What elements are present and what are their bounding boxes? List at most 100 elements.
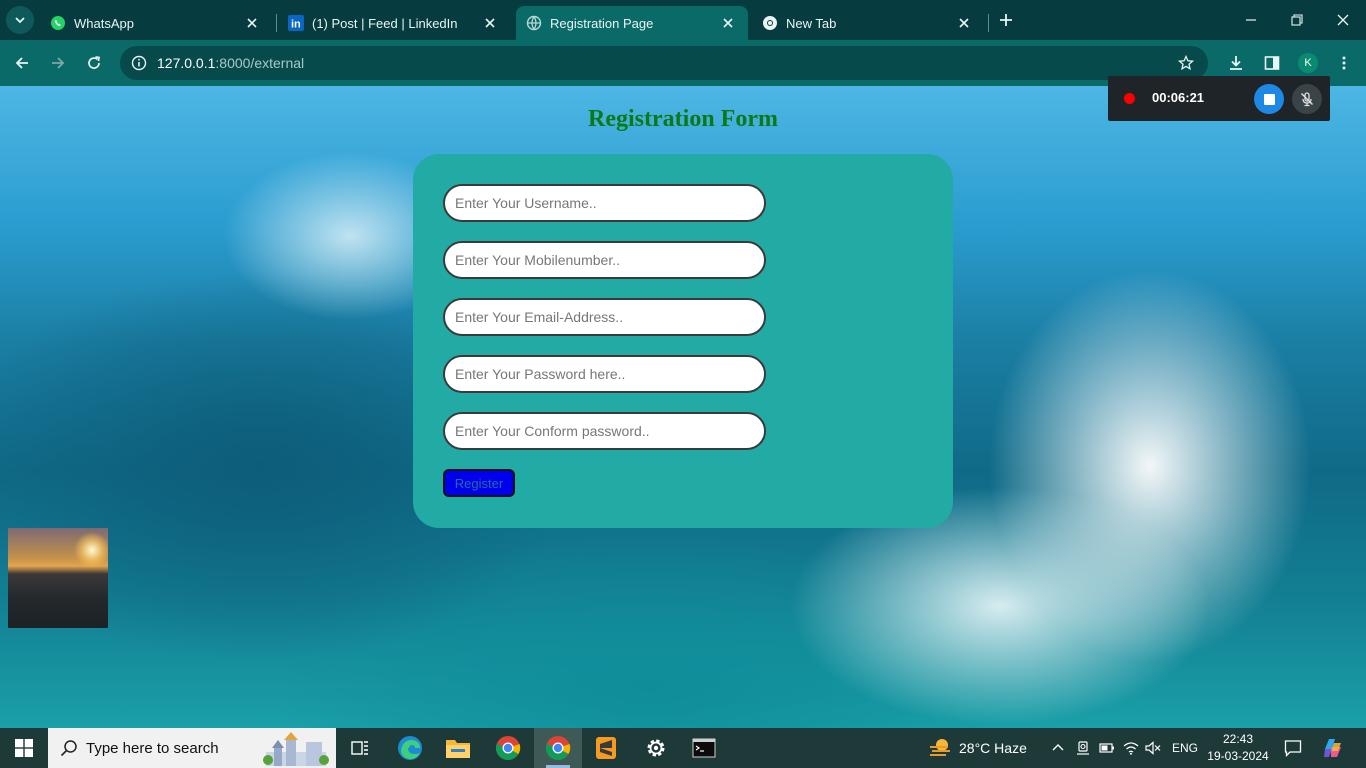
tab-linkedin[interactable]: in (1) Post | Feed | LinkedIn xyxy=(278,6,510,40)
plus-icon xyxy=(1000,14,1012,26)
chrome-icon xyxy=(495,736,521,761)
arrow-right-icon xyxy=(52,57,65,69)
task-view-icon xyxy=(351,741,368,755)
page-loading-icon xyxy=(526,15,542,31)
weather-text: 28°C Haze xyxy=(959,740,1027,756)
tab-separator xyxy=(988,14,989,32)
chevron-down-icon xyxy=(15,17,25,24)
taskbar-clock[interactable]: 22:43 19-03-2024 xyxy=(1206,731,1270,765)
sunset-thumbnail-image xyxy=(8,528,108,628)
copilot-icon xyxy=(1324,739,1341,757)
address-bar[interactable]: 127.0.0.1:8000/external xyxy=(120,46,1208,80)
search-icon xyxy=(60,739,78,757)
terminal-icon xyxy=(692,738,716,758)
windows-logo-icon xyxy=(15,739,33,757)
tab-search-button[interactable] xyxy=(6,6,34,34)
search-placeholder: Type here to search xyxy=(86,739,219,757)
gear-icon xyxy=(647,739,665,757)
show-hidden-icons-button[interactable] xyxy=(1048,728,1068,768)
profile-avatar[interactable]: K xyxy=(1298,53,1318,73)
restore-icon xyxy=(1291,14,1303,26)
reload-button[interactable] xyxy=(80,49,108,77)
email-field[interactable] xyxy=(443,298,766,336)
close-tab-icon[interactable] xyxy=(718,13,738,33)
network-tray-icon[interactable] xyxy=(1120,728,1142,768)
minimize-icon xyxy=(1246,19,1256,21)
screen-recorder-widget: 00:06:21 xyxy=(1108,76,1330,121)
tab-registration-page[interactable]: Registration Page xyxy=(516,6,748,40)
camera-tray-icon[interactable] xyxy=(1072,728,1094,768)
clock-time: 22:43 xyxy=(1222,732,1254,746)
linkedin-icon: in xyxy=(288,15,304,31)
page-viewport: Registration Form Register xyxy=(0,86,1366,728)
registration-form: Register xyxy=(413,154,953,528)
copilot-button[interactable] xyxy=(1318,728,1348,768)
arrow-left-icon xyxy=(15,57,28,69)
site-info-icon[interactable] xyxy=(130,54,148,72)
task-view-button[interactable] xyxy=(336,728,384,768)
chevron-up-icon xyxy=(1052,744,1064,751)
tab-title: New Tab xyxy=(786,15,837,31)
tab-title: Registration Page xyxy=(550,15,654,31)
new-tab-button[interactable] xyxy=(994,8,1018,32)
close-tab-icon[interactable] xyxy=(954,13,974,33)
taskbar-chrome[interactable] xyxy=(484,728,532,768)
sublime-text-icon xyxy=(596,737,616,759)
start-button[interactable] xyxy=(0,728,48,768)
close-tab-icon[interactable] xyxy=(242,13,262,33)
volume-tray-icon[interactable] xyxy=(1142,728,1164,768)
mute-microphone-button[interactable] xyxy=(1292,84,1322,114)
input-language-indicator[interactable]: ENG xyxy=(1172,741,1198,755)
recording-timer: 00:06:21 xyxy=(1152,90,1205,105)
svg-text:in: in xyxy=(291,19,301,31)
reload-icon xyxy=(88,56,100,69)
taskbar-file-explorer[interactable] xyxy=(434,728,482,768)
confirm-password-field[interactable] xyxy=(443,412,766,450)
taskbar-terminal[interactable] xyxy=(680,728,728,768)
stop-icon xyxy=(1263,93,1275,105)
forward-button[interactable] xyxy=(44,49,72,77)
minimize-button[interactable] xyxy=(1228,0,1274,40)
mic-off-icon xyxy=(1301,92,1313,107)
battery-icon xyxy=(1099,743,1114,753)
browser-menu-button[interactable] xyxy=(1330,49,1358,77)
stop-recording-button[interactable] xyxy=(1254,84,1284,114)
chat-bubble-icon xyxy=(1284,740,1302,757)
more-vertical-icon xyxy=(1342,56,1346,70)
taskbar-search-box[interactable]: Type here to search xyxy=(48,728,336,768)
taskbar-edge[interactable] xyxy=(386,728,434,768)
mobile-number-field[interactable] xyxy=(443,241,766,279)
tab-title: (1) Post | Feed | LinkedIn xyxy=(312,15,458,31)
back-button[interactable] xyxy=(8,49,36,77)
folder-icon xyxy=(446,740,470,758)
camera-in-use-icon xyxy=(1077,741,1089,755)
haze-weather-icon xyxy=(930,739,950,756)
weather-widget[interactable]: 28°C Haze xyxy=(928,728,1027,768)
side-panel-button[interactable] xyxy=(1258,49,1286,77)
password-field[interactable] xyxy=(443,355,766,393)
volume-muted-icon xyxy=(1145,741,1161,755)
tab-new-tab[interactable]: New Tab xyxy=(752,6,984,40)
close-icon xyxy=(1337,14,1349,26)
taskbar-chrome-active[interactable] xyxy=(534,728,582,768)
recording-indicator-icon xyxy=(1124,93,1135,104)
restore-button[interactable] xyxy=(1274,0,1320,40)
url-host: 127.0.0.1 xyxy=(157,55,216,71)
notifications-button[interactable] xyxy=(1280,728,1306,768)
wifi-icon xyxy=(1123,742,1139,755)
battery-tray-icon[interactable] xyxy=(1096,728,1118,768)
tab-whatsapp[interactable]: WhatsApp xyxy=(40,6,272,40)
close-tab-icon[interactable] xyxy=(480,13,500,33)
close-window-button[interactable] xyxy=(1320,0,1366,40)
url-text: 127.0.0.1:8000/external xyxy=(157,55,304,71)
windows-taskbar: Type here to search 28°C Haze ENG 22:43 … xyxy=(0,728,1366,768)
downloads-button[interactable] xyxy=(1222,49,1250,77)
browser-tab-strip: WhatsApp in (1) Post | Feed | LinkedIn R… xyxy=(0,0,1366,40)
download-icon xyxy=(1230,56,1242,70)
username-field[interactable] xyxy=(443,184,766,222)
bookmark-star-icon[interactable] xyxy=(1176,53,1196,73)
taskbar-settings[interactable] xyxy=(632,728,680,768)
register-button[interactable]: Register xyxy=(443,469,515,497)
clock-date: 19-03-2024 xyxy=(1207,749,1269,763)
taskbar-sublime-text[interactable] xyxy=(582,728,630,768)
